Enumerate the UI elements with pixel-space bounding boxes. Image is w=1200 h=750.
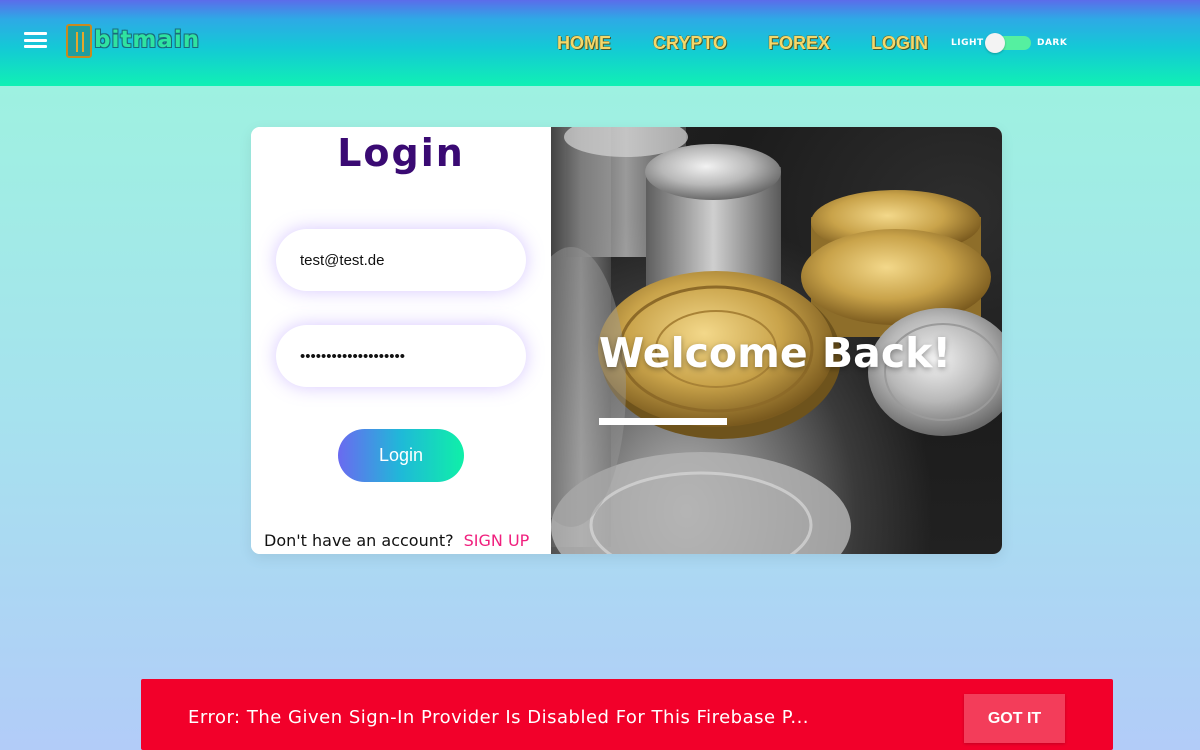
toggle-label-light: LIGHT bbox=[951, 38, 984, 48]
welcome-underline bbox=[599, 418, 727, 425]
hamburger-menu-icon[interactable] bbox=[24, 32, 47, 48]
email-input[interactable] bbox=[276, 229, 526, 291]
hero-coins-image: Welcome Back! bbox=[551, 127, 1002, 554]
nav-crypto[interactable]: CRYPTO bbox=[653, 33, 727, 54]
signup-prompt-row: Don't have an account? SIGN UP bbox=[264, 531, 554, 550]
nav-home[interactable]: HOME bbox=[557, 33, 611, 54]
signup-prompt: Don't have an account? bbox=[264, 531, 454, 550]
top-navbar: bitmain HOME CRYPTO FOREX LOGIN LIGHT DA… bbox=[0, 0, 1200, 86]
signup-link[interactable]: SIGN UP bbox=[464, 531, 530, 550]
error-banner: Error: The Given Sign-In Provider Is Dis… bbox=[141, 679, 1113, 750]
nav-login[interactable]: LOGIN bbox=[871, 33, 928, 54]
toggle-knob bbox=[985, 33, 1005, 53]
login-card: Login Login Don't have an account? SIGN U… bbox=[251, 127, 1002, 554]
login-form-panel: Login Login Don't have an account? SIGN U… bbox=[251, 127, 551, 554]
welcome-heading: Welcome Back! bbox=[599, 329, 952, 377]
login-button[interactable]: Login bbox=[338, 429, 464, 482]
theme-toggle-switch[interactable] bbox=[985, 33, 1031, 53]
got-it-button[interactable]: GOT IT bbox=[964, 694, 1065, 743]
nav-forex[interactable]: FOREX bbox=[768, 33, 830, 54]
toggle-label-dark: DARK bbox=[1037, 38, 1068, 48]
error-message: Error: The Given Sign-In Provider Is Dis… bbox=[188, 707, 810, 728]
password-input[interactable] bbox=[276, 325, 526, 387]
logo-mark-icon bbox=[66, 24, 92, 58]
logo-text: bitmain bbox=[94, 27, 201, 53]
theme-toggle: LIGHT DARK bbox=[951, 32, 1071, 54]
bitmain-logo[interactable]: bitmain bbox=[66, 24, 202, 58]
login-title: Login bbox=[337, 131, 465, 175]
